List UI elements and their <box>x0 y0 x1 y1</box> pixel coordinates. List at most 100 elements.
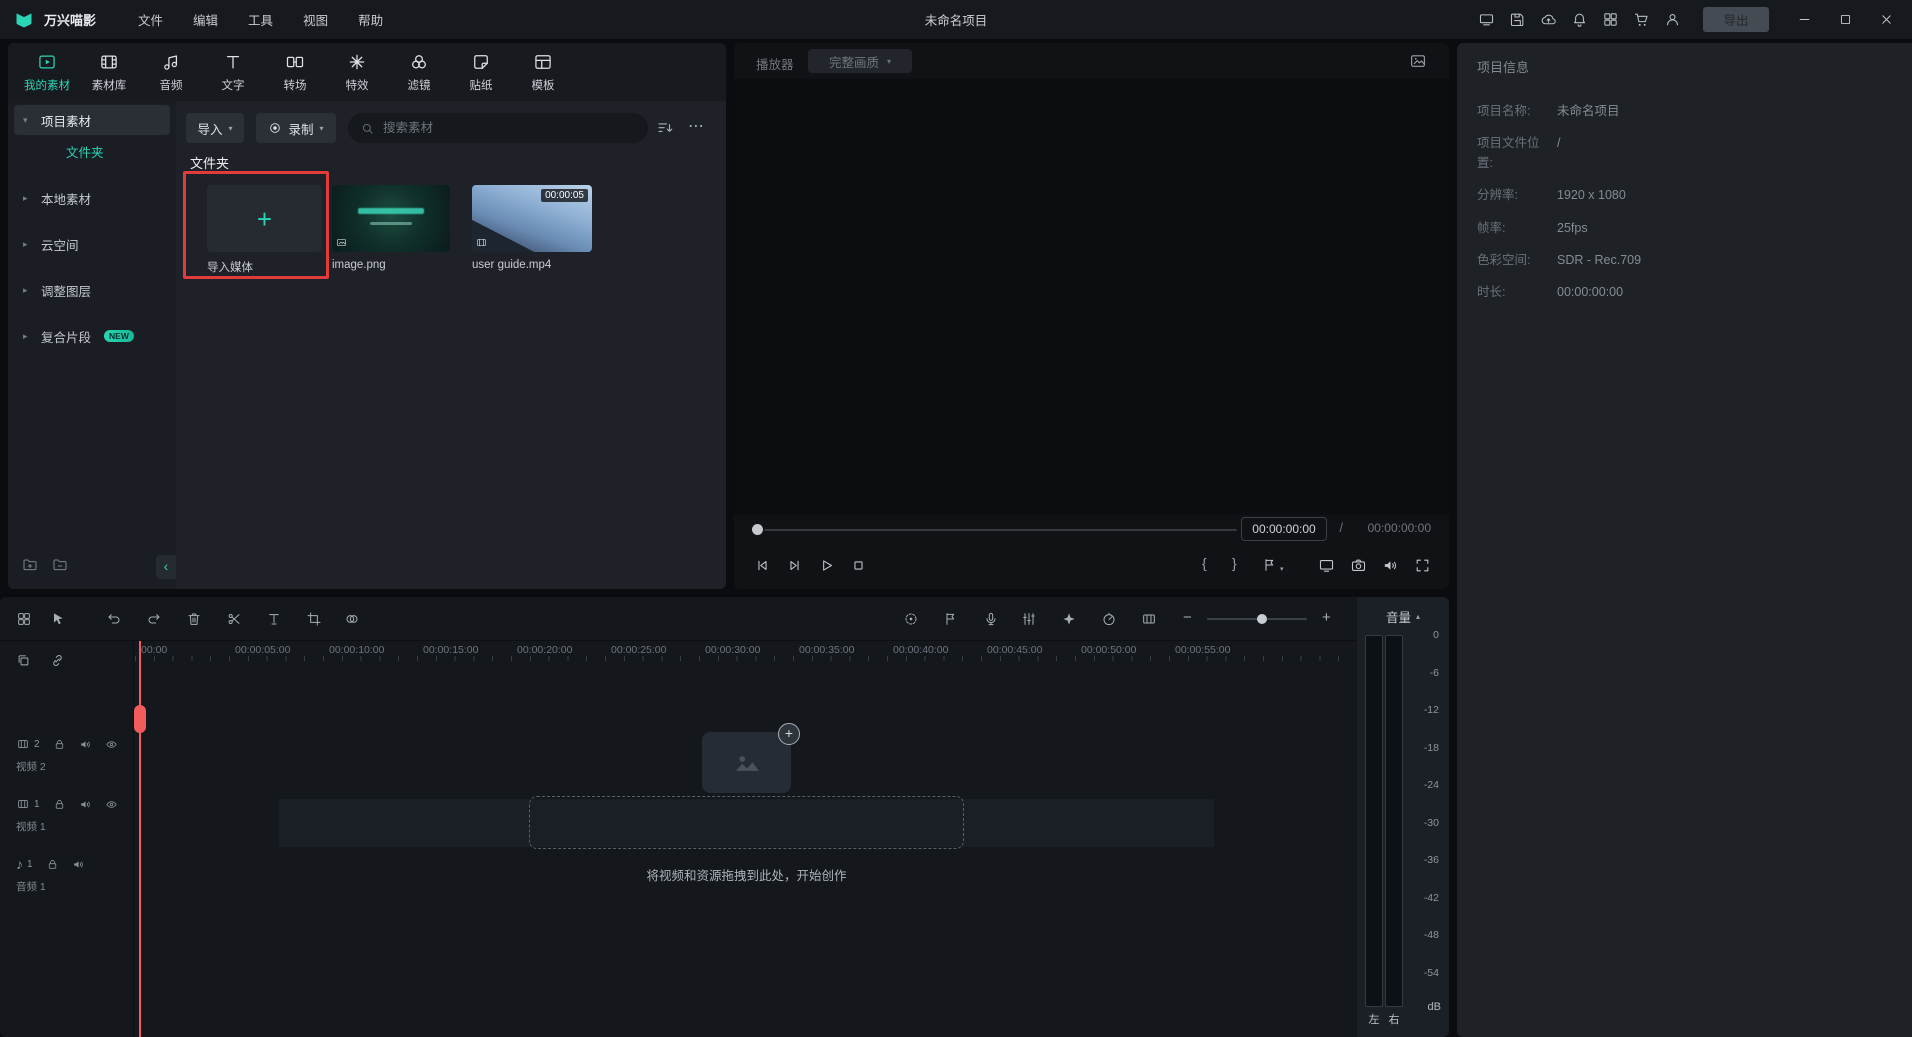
device-icon[interactable] <box>1478 11 1495 28</box>
mute-track-icon[interactable] <box>79 738 92 751</box>
record-button[interactable]: 录制 ▾ <box>256 113 336 143</box>
timeline-ruler[interactable]: 00:00 00:00:05:00 00:00:10:00 00:00:15:0… <box>135 641 1357 661</box>
link-icon[interactable] <box>50 653 65 668</box>
stop-button[interactable] <box>850 557 867 574</box>
menu-file[interactable]: 文件 <box>138 10 163 29</box>
text-tool-button[interactable] <box>266 611 282 627</box>
marker-icon[interactable] <box>943 611 959 627</box>
tab-stock-media[interactable]: 素材库 <box>78 43 140 101</box>
mark-out-button[interactable]: } <box>1232 555 1237 571</box>
next-frame-button[interactable] <box>786 557 803 574</box>
sidebar-item-project-media[interactable]: ▾ 项目素材 <box>14 105 170 135</box>
search-box[interactable] <box>348 113 648 143</box>
minimize-button[interactable] <box>1791 12 1818 27</box>
lock-icon[interactable] <box>53 798 66 811</box>
track-header-audio-1[interactable]: ♪ 1 音频 1 <box>0 857 133 894</box>
add-media-icon[interactable]: + <box>778 723 800 745</box>
crop-button[interactable] <box>306 611 322 627</box>
zoom-in-button[interactable]: + <box>1322 610 1331 625</box>
keyframe-icon[interactable] <box>1061 611 1077 627</box>
sidebar-item-folder[interactable]: 文件夹 <box>8 139 176 167</box>
redo-button[interactable] <box>146 611 162 627</box>
maximize-button[interactable] <box>1832 12 1859 27</box>
delete-folder-icon[interactable] <box>52 557 68 573</box>
tab-audio[interactable]: 音频 <box>140 43 202 101</box>
collapse-sidebar-button[interactable]: ‹ <box>156 555 176 579</box>
freeze-frame-icon[interactable] <box>1141 611 1157 627</box>
account-icon[interactable] <box>1664 11 1681 28</box>
hide-track-icon[interactable] <box>105 738 118 751</box>
tab-stickers[interactable]: 贴纸 <box>450 43 512 101</box>
snapshot-button[interactable] <box>1350 557 1367 574</box>
playhead-handle[interactable] <box>134 705 146 733</box>
voiceover-mic-icon[interactable] <box>983 611 999 627</box>
lock-icon[interactable] <box>46 858 59 871</box>
marker-button[interactable]: ▾ <box>1262 557 1284 573</box>
sidebar-item-local-media[interactable]: ▸ 本地素材 <box>14 183 170 213</box>
fullscreen-button[interactable] <box>1414 557 1431 574</box>
search-input[interactable] <box>383 121 636 135</box>
filter-sort-icon[interactable] <box>656 119 674 137</box>
more-icon[interactable]: ⋯ <box>688 116 705 136</box>
menu-edit[interactable]: 编辑 <box>193 10 218 29</box>
cart-icon[interactable] <box>1633 11 1650 28</box>
audio-mixer-icon[interactable] <box>1021 611 1037 627</box>
undo-button[interactable] <box>106 611 122 627</box>
zoom-out-button[interactable]: − <box>1183 610 1192 625</box>
color-match-button[interactable] <box>344 611 360 627</box>
tab-text[interactable]: 文字 <box>202 43 264 101</box>
tab-effects[interactable]: 特效 <box>326 43 388 101</box>
display-mode-button[interactable] <box>1318 557 1335 574</box>
apps-icon[interactable] <box>1602 11 1619 28</box>
speed-icon[interactable] <box>1101 611 1117 627</box>
volume-meter-toggle[interactable]: 音量 ▴ <box>1357 607 1449 626</box>
sidebar-item-cloud[interactable]: ▸ 云空间 <box>14 229 170 259</box>
render-preview-icon[interactable] <box>903 611 919 627</box>
track-header-video-2[interactable]: 2 视频 2 <box>0 737 133 774</box>
track-manage-icon[interactable] <box>16 611 32 627</box>
menu-help[interactable]: 帮助 <box>358 10 383 29</box>
tab-filters[interactable]: 滤镜 <box>388 43 450 101</box>
tab-templates[interactable]: 模板 <box>512 43 574 101</box>
track-header-video-1[interactable]: 1 视频 1 <box>0 797 133 834</box>
export-button[interactable]: 导出 <box>1703 7 1769 32</box>
copy-icon[interactable] <box>16 653 31 668</box>
previous-frame-button[interactable] <box>754 557 771 574</box>
hide-track-icon[interactable] <box>105 798 118 811</box>
playhead[interactable] <box>139 641 141 1037</box>
seek-bar[interactable] <box>764 529 1237 531</box>
sidebar-item-adjustment-layer[interactable]: ▸ 调整图层 <box>14 275 170 305</box>
preview-background-icon[interactable] <box>1409 52 1427 70</box>
quality-dropdown[interactable]: 完整画质 ▾ <box>808 49 912 73</box>
new-folder-icon[interactable] <box>22 557 38 573</box>
timeline-dropzone[interactable] <box>529 796 964 849</box>
import-media-tile[interactable]: + 导入媒体 <box>207 185 322 275</box>
split-button[interactable] <box>226 611 242 627</box>
import-button[interactable]: 导入 ▾ <box>186 113 244 143</box>
media-item-image[interactable]: image.png <box>332 185 450 271</box>
cloud-upload-icon[interactable] <box>1540 11 1557 28</box>
sidebar-item-compound-clip[interactable]: ▸ 复合片段 NEW <box>14 321 170 351</box>
media-item-video[interactable]: 00:00:05 user guide.mp4 <box>472 185 592 271</box>
volume-button[interactable] <box>1382 557 1399 574</box>
zoom-slider-handle[interactable] <box>1257 614 1267 624</box>
tab-transitions[interactable]: 转场 <box>264 43 326 101</box>
seek-handle[interactable] <box>752 524 763 535</box>
select-tool-icon[interactable] <box>50 611 66 627</box>
mute-track-icon[interactable] <box>72 858 85 871</box>
import-media-dropzone[interactable]: + <box>207 185 322 252</box>
play-button[interactable] <box>818 557 835 574</box>
tab-my-media[interactable]: 我的素材 <box>16 43 78 101</box>
image-thumbnail[interactable] <box>332 185 450 252</box>
lock-icon[interactable] <box>53 738 66 751</box>
timeline-lanes[interactable]: 00:00 00:00:05:00 00:00:10:00 00:00:15:0… <box>135 641 1357 1037</box>
save-icon[interactable] <box>1509 11 1526 28</box>
zoom-slider[interactable] <box>1207 618 1307 620</box>
menu-tools[interactable]: 工具 <box>248 10 273 29</box>
delete-button[interactable] <box>186 611 202 627</box>
close-button[interactable] <box>1873 12 1900 27</box>
notifications-icon[interactable] <box>1571 11 1588 28</box>
video-thumbnail[interactable]: 00:00:05 <box>472 185 592 252</box>
menu-view[interactable]: 视图 <box>303 10 328 29</box>
mute-track-icon[interactable] <box>79 798 92 811</box>
